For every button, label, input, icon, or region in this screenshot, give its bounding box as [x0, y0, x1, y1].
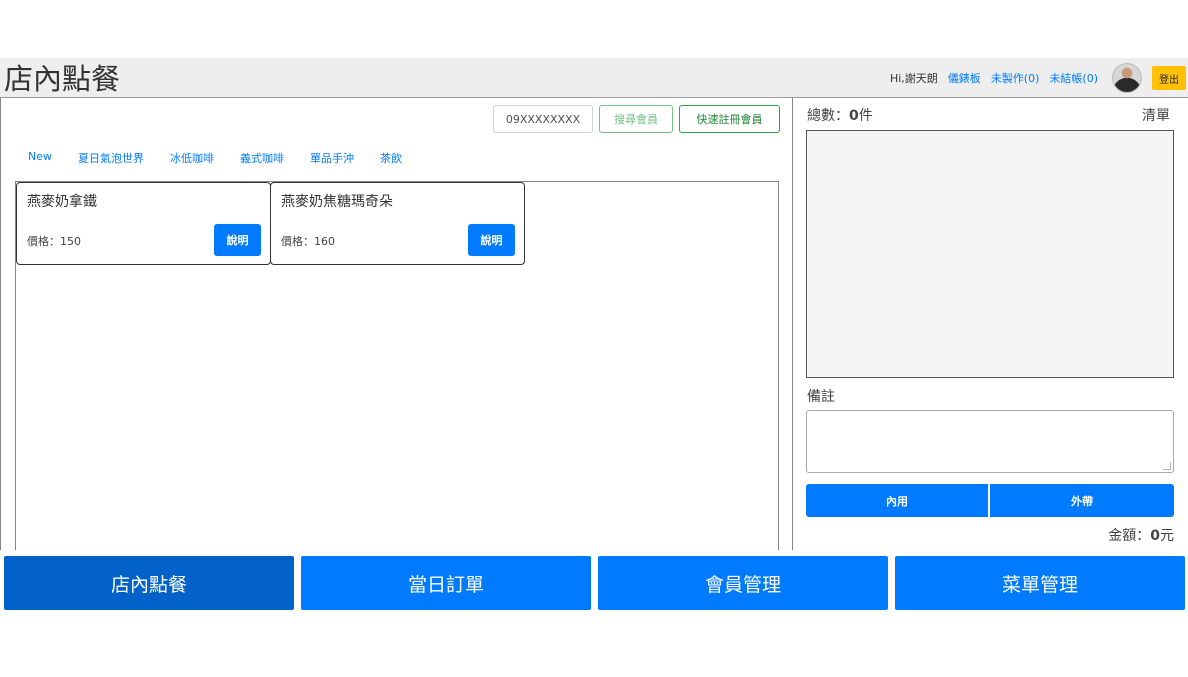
order-panel: 總數：0件 清單 備註 內用 外帶 金額：0元: [793, 98, 1188, 550]
total-amount: 金額：0元: [1108, 525, 1174, 545]
menu-item-name: 燕麥奶焦糖瑪奇朵: [281, 194, 393, 210]
description-button[interactable]: 說明: [214, 224, 261, 256]
nav-dine-in-ordering[interactable]: 店內點餐: [4, 556, 294, 610]
menu-item-name: 燕麥奶拿鐵: [27, 194, 97, 210]
category-tab-espresso[interactable]: 義式咖啡: [240, 150, 284, 166]
total-amount-prefix: 金額：: [1108, 528, 1151, 544]
dine-in-button[interactable]: 內用: [806, 484, 988, 517]
nav-member-management[interactable]: 會員管理: [598, 556, 888, 610]
page-title: 店內點餐: [4, 62, 121, 96]
user-greeting: Hi,謝天朗: [889, 72, 938, 85]
menu-item-price: 價格：160: [281, 235, 335, 248]
avatar[interactable]: [1112, 63, 1142, 93]
category-tab-pour-over[interactable]: 單品手沖: [310, 150, 354, 166]
notes-textarea[interactable]: [806, 410, 1174, 473]
unpaid-orders-link[interactable]: 未結帳(0): [1049, 70, 1098, 86]
take-out-button[interactable]: 外帶: [990, 484, 1174, 517]
menu-item-price: 價格：150: [27, 235, 81, 248]
resize-grip-icon[interactable]: [1163, 462, 1171, 470]
category-tabs: New 夏日氣泡世界 冰低咖啡 義式咖啡 單品手沖 茶飲: [28, 150, 428, 166]
total-amount-value: 0: [1150, 528, 1160, 544]
user-toolbar: Hi,謝天朗 儀錶板 未製作(0) 未結帳(0) 登出: [890, 58, 1188, 98]
category-tab-new[interactable]: New: [28, 150, 52, 166]
member-phone-input[interactable]: 09XXXXXXXX: [493, 105, 593, 133]
nav-menu-management[interactable]: 菜單管理: [895, 556, 1185, 610]
quick-register-member-button[interactable]: 快速註冊會員: [679, 105, 780, 133]
item-count-value: 0: [849, 108, 859, 124]
menu-item-grid: 燕麥奶拿鐵 價格：150 說明 燕麥奶焦糖瑪奇朵 價格：160 說明: [15, 181, 779, 550]
search-member-button[interactable]: 搜尋會員: [599, 105, 673, 133]
total-amount-suffix: 元: [1160, 528, 1174, 544]
description-button[interactable]: 說明: [468, 224, 515, 256]
clear-order-link[interactable]: 清單: [1142, 105, 1170, 125]
dashboard-link[interactable]: 儀錶板: [948, 70, 981, 86]
category-tab-tea[interactable]: 茶飲: [380, 150, 402, 166]
app-header: 店內點餐 Hi,謝天朗 儀錶板 未製作(0) 未結帳(0) 登出: [0, 58, 1188, 98]
category-tab-summer-sparkling[interactable]: 夏日氣泡世界: [78, 150, 144, 166]
menu-item-card[interactable]: 燕麥奶拿鐵 價格：150 說明: [16, 182, 271, 265]
item-count-suffix: 件: [858, 108, 873, 124]
order-list: [806, 130, 1174, 378]
menu-item-card[interactable]: 燕麥奶焦糖瑪奇朵 價格：160 說明: [270, 182, 525, 265]
menu-panel: 09XXXXXXXX 搜尋會員 快速註冊會員 New 夏日氣泡世界 冰低咖啡 義…: [0, 98, 793, 550]
item-count: 總數：0件: [807, 105, 873, 125]
unmade-orders-link[interactable]: 未製作(0): [991, 70, 1040, 86]
notes-label: 備註: [807, 389, 835, 405]
item-count-prefix: 總數：: [807, 108, 849, 124]
category-tab-cold-brew[interactable]: 冰低咖啡: [170, 150, 214, 166]
logout-button[interactable]: 登出: [1152, 66, 1186, 90]
nav-daily-orders[interactable]: 當日訂單: [301, 556, 591, 610]
